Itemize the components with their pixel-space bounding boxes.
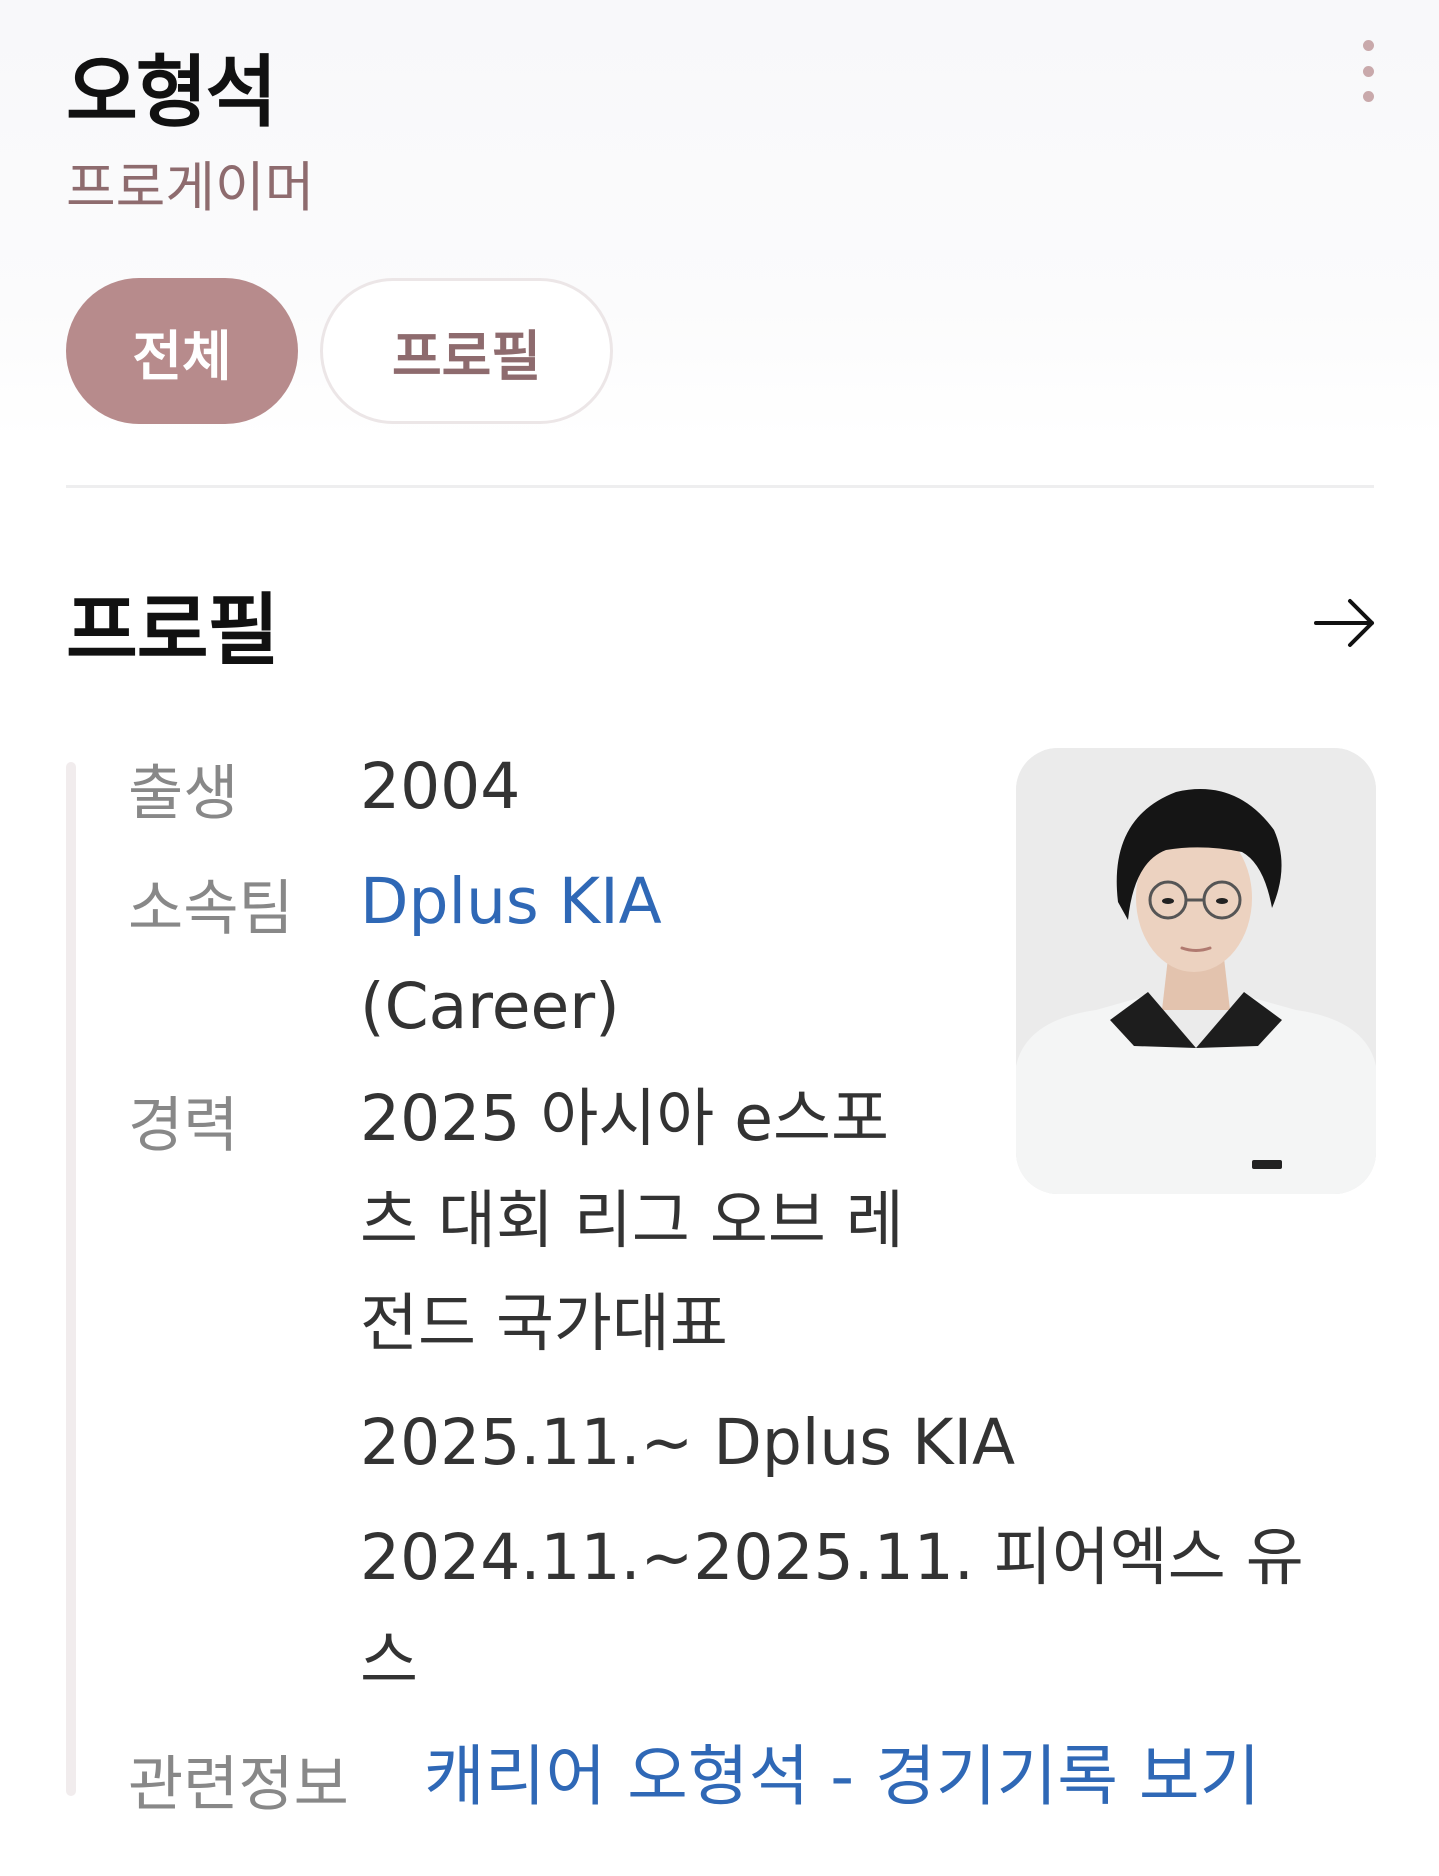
profile-left-bar <box>66 762 76 1796</box>
more-vertical-icon[interactable] <box>1356 40 1380 102</box>
team-link[interactable]: Dplus KIA <box>360 849 662 954</box>
team-note: (Career) <box>360 970 620 1043</box>
career-item-1-line-3: 전드 국가대표 <box>360 1287 728 1360</box>
tab-profile[interactable]: 프로필 <box>320 278 613 424</box>
career-item-2: 2025.11.~ Dplus KIA <box>360 1406 1016 1479</box>
related-label: 관련정보 <box>128 1750 349 1820</box>
team-label: 소속팀 <box>128 874 294 944</box>
related-record-link[interactable]: 캐리어 오형석 - 경기기록 보기 <box>424 1723 1260 1819</box>
profile-section-title: 프로필 <box>66 586 279 676</box>
career-item-1-line-1: 2025 아시아 e스포 <box>360 1082 889 1155</box>
birth-value: 2004 <box>360 750 521 823</box>
career-label: 경력 <box>128 1091 239 1161</box>
tab-all[interactable]: 전체 <box>66 278 298 424</box>
section-divider <box>66 485 1374 488</box>
arrow-right-icon[interactable] <box>1312 592 1378 654</box>
career-item-3-line-2: 스 <box>360 1624 418 1697</box>
profile-photo <box>1016 748 1376 1194</box>
career-item-1-line-2: 츠 대회 리그 오브 레 <box>360 1184 904 1257</box>
career-item-3-line-1: 2024.11.~2025.11. 피어엑스 유 <box>360 1521 1304 1594</box>
person-occupation: 프로게이머 <box>66 156 315 219</box>
person-name: 오형석 <box>66 48 277 138</box>
birth-label: 출생 <box>128 759 239 829</box>
